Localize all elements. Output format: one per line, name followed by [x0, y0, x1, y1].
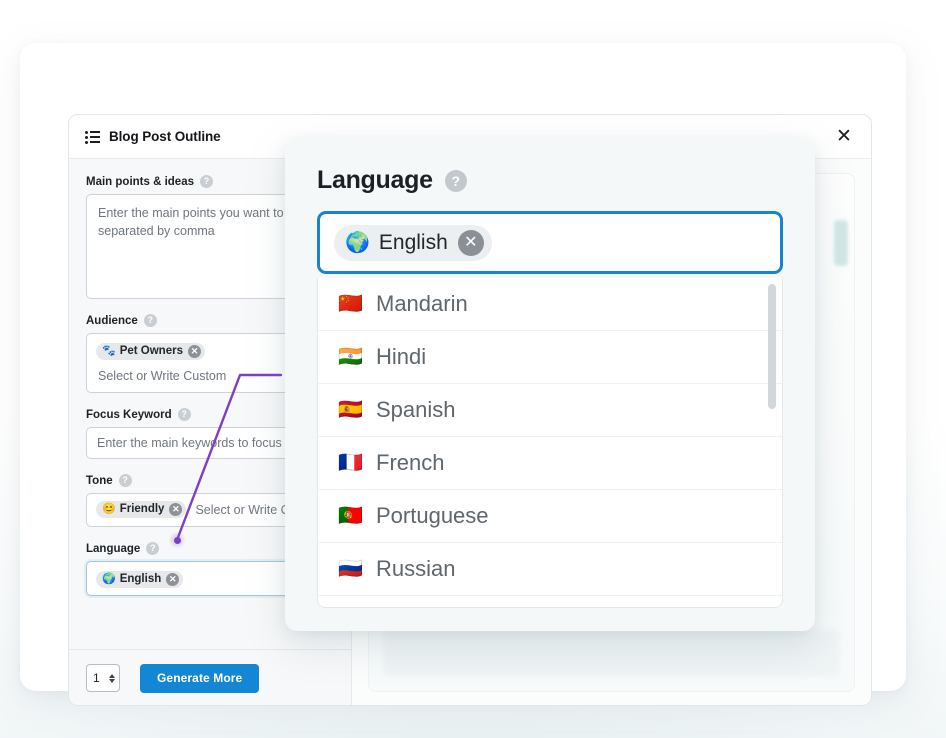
language-chip-label: English — [119, 572, 162, 585]
language-option-spanish[interactable]: 🇪🇸 Spanish — [318, 384, 782, 437]
tone-chip-label: Friendly — [119, 502, 165, 515]
language-selected-label: English — [378, 231, 448, 254]
language-popup-input[interactable]: 🌍 English ✕ — [317, 211, 783, 274]
flag-in-icon: 🇮🇳 — [338, 346, 363, 368]
results-placeholder-accent — [834, 220, 848, 266]
language-option-label: Hindi — [376, 344, 427, 369]
language-option-label: French — [376, 450, 445, 475]
language-popup-title: Language — [317, 166, 433, 194]
audience-label-text: Audience — [86, 314, 138, 327]
help-icon[interactable]: ? — [118, 474, 132, 487]
help-icon[interactable]: ? — [143, 314, 157, 327]
flag-cn-icon: 🇨🇳 — [338, 293, 363, 315]
flag-es-icon: 🇪🇸 — [338, 399, 363, 421]
main-points-label-text: Main points & ideas — [86, 175, 194, 188]
help-icon[interactable]: ? — [177, 408, 191, 421]
help-icon[interactable]: ? — [444, 169, 467, 192]
language-list-scrollbar[interactable] — [768, 284, 776, 601]
flag-fr-icon: 🇫🇷 — [338, 452, 363, 474]
stepper-up-icon[interactable] — [109, 673, 115, 678]
flag-pt-icon: 🇵🇹 — [338, 505, 363, 527]
audience-chip[interactable]: 🐾 Pet Owners ✕ — [96, 343, 205, 360]
language-popup-heading: Language ? — [317, 166, 783, 195]
results-placeholder-block — [383, 629, 840, 677]
globe-icon: 🌍 — [102, 573, 116, 585]
language-label-text: Language — [86, 542, 141, 555]
flag-ru-icon: 🇷🇺 — [338, 558, 363, 580]
language-option-label: Portuguese — [376, 503, 489, 528]
remove-chip-icon[interactable]: ✕ — [166, 573, 180, 586]
remove-chip-icon[interactable]: ✕ — [169, 503, 183, 516]
language-option-portuguese[interactable]: 🇵🇹 Portuguese — [318, 490, 782, 543]
generate-more-button[interactable]: Generate More — [140, 663, 260, 693]
globe-icon: 🌍 — [345, 231, 370, 254]
language-popup: Language ? 🌍 English ✕ 🇨🇳 Mandarin 🇮🇳 Hi… — [285, 138, 815, 631]
tone-chip[interactable]: 😊 Friendly ✕ — [96, 501, 187, 518]
language-option-russian[interactable]: 🇷🇺 Russian — [318, 543, 782, 596]
audience-chip-label: Pet Owners — [119, 344, 183, 357]
help-icon[interactable]: ? — [146, 542, 160, 555]
close-icon[interactable]: ✕ — [831, 124, 857, 150]
language-selected-chip[interactable]: 🌍 English ✕ — [334, 224, 492, 261]
smiley-icon: 😊 — [102, 503, 116, 515]
language-options-list[interactable]: 🇨🇳 Mandarin 🇮🇳 Hindi 🇪🇸 Spanish 🇫🇷 Frenc… — [317, 278, 783, 608]
quantity-value: 1 — [93, 671, 100, 685]
form-footer: 1 Generate More — [69, 649, 351, 705]
stepper-down-icon[interactable] — [109, 678, 115, 683]
focus-keyword-label-text: Focus Keyword — [86, 408, 172, 421]
remove-chip-icon[interactable]: ✕ — [457, 229, 484, 256]
language-option-label: Mandarin — [376, 291, 468, 316]
page-title: Blog Post Outline — [109, 129, 221, 144]
stepper-arrows-icon[interactable] — [109, 673, 115, 683]
language-option-french[interactable]: 🇫🇷 French — [318, 437, 782, 490]
help-icon[interactable]: ? — [200, 175, 213, 188]
quantity-stepper[interactable]: 1 — [86, 664, 120, 692]
remove-chip-icon[interactable]: ✕ — [187, 345, 201, 358]
scrollbar-thumb[interactable] — [768, 284, 776, 409]
outline-list-icon — [85, 130, 100, 144]
language-option-label: Russian — [376, 556, 456, 581]
paw-prints-icon: 🐾 — [102, 345, 116, 357]
language-option-label: Spanish — [376, 397, 456, 422]
language-chip[interactable]: 🌍 English ✕ — [96, 571, 184, 588]
tone-label-text: Tone — [86, 474, 113, 487]
language-option-hindi[interactable]: 🇮🇳 Hindi — [318, 331, 782, 384]
language-option-mandarin[interactable]: 🇨🇳 Mandarin — [318, 278, 782, 331]
